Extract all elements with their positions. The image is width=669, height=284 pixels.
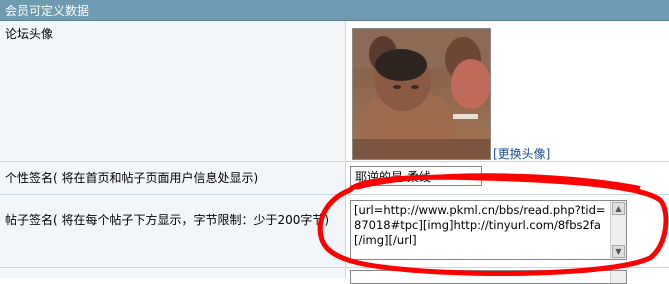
textarea-scrollbar[interactable]: ▲ ▼ bbox=[610, 201, 626, 259]
avatar-image bbox=[352, 28, 491, 160]
avatar-photo bbox=[353, 29, 490, 159]
signature-row: 个性签名( 将在首页和帖子页面用户信息处显示) bbox=[0, 162, 669, 194]
post-signature-value: [url=http://www.pkml.cn/bbs/read.php?tid… bbox=[354, 203, 606, 247]
scroll-up-icon[interactable]: ▲ bbox=[612, 202, 625, 215]
scroll-down-icon[interactable]: ▼ bbox=[612, 245, 625, 258]
next-textarea[interactable] bbox=[350, 270, 627, 284]
avatar-row: 论坛头像 bbox=[0, 21, 669, 161]
post-signature-textarea[interactable]: [url=http://www.pkml.cn/bbs/read.php?tid… bbox=[350, 200, 627, 260]
avatar-label: 论坛头像 bbox=[5, 27, 54, 41]
signature-label: 个性签名( 将在首页和帖子页面用户信息处显示) bbox=[5, 171, 259, 185]
next-scrollbar[interactable] bbox=[610, 271, 626, 283]
section-title: 会员可定义数据 bbox=[5, 4, 90, 18]
section-header: 会员可定义数据 bbox=[0, 0, 669, 21]
post-signature-label: 帖子签名( 将在每个帖子下方显示，字节限制：少于200字节) bbox=[5, 213, 330, 227]
signature-value: 耶逆的是 柔线 bbox=[355, 170, 431, 184]
signature-input[interactable]: 耶逆的是 柔线 bbox=[350, 166, 482, 186]
change-avatar-link[interactable]: [更换头像] bbox=[493, 145, 550, 162]
